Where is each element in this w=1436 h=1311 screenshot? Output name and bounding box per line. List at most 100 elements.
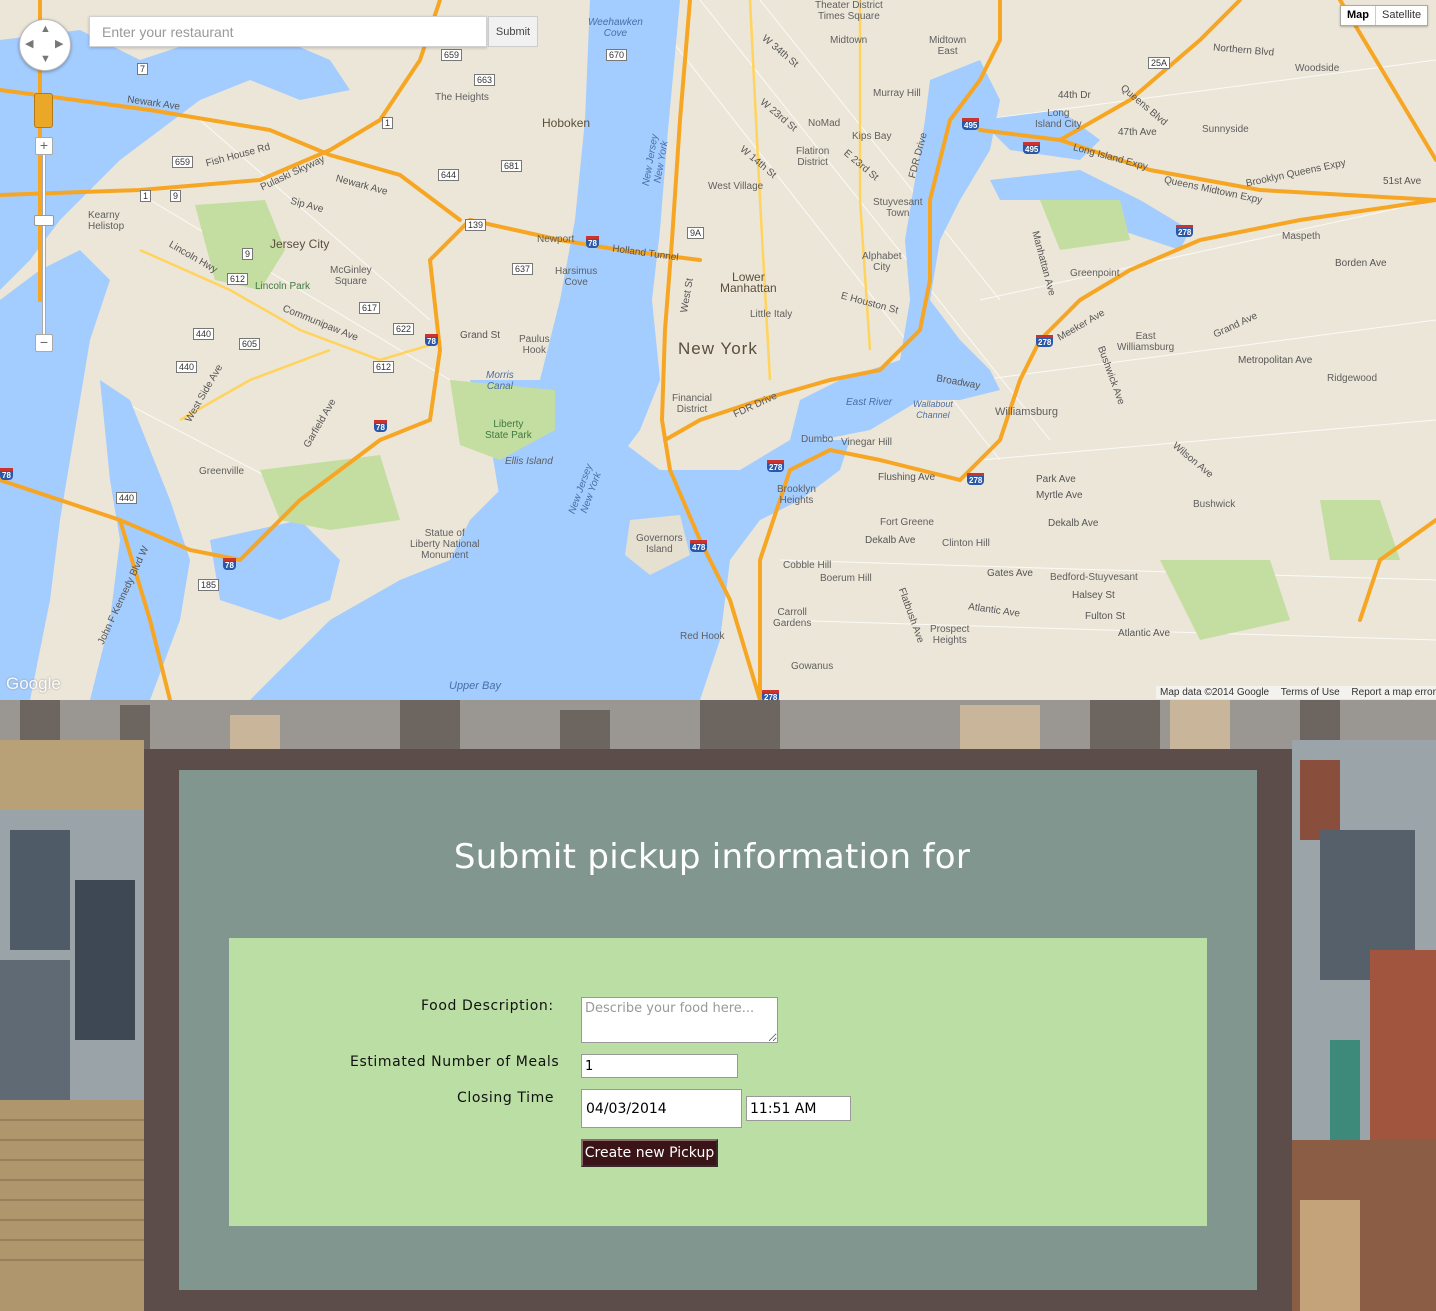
map-road-borden-ave: Borden Ave: [1335, 258, 1387, 269]
pan-up-icon[interactable]: ▲: [40, 24, 51, 35]
map-label-statue-of-liberty: Statue of Liberty National Monument: [410, 528, 480, 561]
route-shield-78-e: 78: [0, 468, 13, 480]
route-shield-78-c: 78: [374, 420, 387, 432]
map-road-halsey-st: Halsey St: [1072, 590, 1115, 601]
meals-count-field[interactable]: [581, 1054, 738, 1078]
map-road-flushing-ave: Flushing Ave: [878, 472, 936, 483]
restaurant-search-input[interactable]: [89, 16, 487, 47]
map-label-lower-manhattan: Lower Manhattan: [720, 270, 777, 295]
zoom-in-icon[interactable]: +: [35, 137, 53, 155]
map-label-red-hook: Red Hook: [680, 631, 725, 642]
map-label-gowanus: Gowanus: [791, 661, 834, 672]
map-label-kearny-heliport: Kearny Helistop: [88, 210, 125, 232]
route-shield-139: 139: [465, 219, 487, 231]
map-label-bedford-stuyvesant: Bedford-Stuyvesant: [1050, 572, 1138, 583]
route-shield-78-d: 78: [223, 558, 236, 570]
map-label-carroll-gardens: Carroll Gardens: [773, 607, 812, 629]
route-shield-659: 659: [441, 49, 463, 61]
map-label-cobble-hill: Cobble Hill: [783, 560, 832, 571]
route-shield-605: 605: [239, 338, 261, 350]
report-map-error-link[interactable]: Report a map error: [1351, 687, 1435, 698]
page-title: Submit pickup information for: [453, 837, 971, 877]
map-label-greenpoint: Greenpoint: [1070, 268, 1120, 279]
map-type-control[interactable]: Map Satellite: [1340, 5, 1429, 26]
zoom-slider-track[interactable]: [42, 150, 46, 336]
map-label-financial-district: Financial District: [672, 393, 713, 415]
route-shield-644: 644: [438, 169, 460, 181]
map-label-east-williamsburg: East Williamsburg: [1117, 331, 1175, 353]
map-label-kips-bay: Kips Bay: [852, 131, 892, 142]
map-label-clinton-hill: Clinton Hill: [942, 538, 990, 549]
route-shield-278-d: 278: [767, 460, 785, 472]
map-label-vinegar-hill: Vinegar Hill: [841, 437, 892, 448]
route-shield-9: 9: [170, 190, 182, 202]
closing-date-field[interactable]: [581, 1089, 742, 1128]
map-label-williamsburg: Williamsburg: [995, 406, 1058, 418]
map-label-fort-greene: Fort Greene: [880, 517, 934, 528]
route-shield-185: 185: [198, 579, 220, 591]
map-label-governors-island: Governors Island: [636, 533, 683, 555]
route-shield-681: 681: [501, 160, 523, 172]
map-label-mcginley-square: McGinley Square: [330, 265, 372, 287]
route-shield-440-b: 440: [176, 361, 198, 373]
map-label-ellis-island: Ellis Island: [505, 456, 553, 467]
map-label-morris-canal: Morris Canal: [486, 370, 514, 392]
pan-control-icon[interactable]: ▲ ▼ ◀ ▶: [19, 19, 71, 71]
route-shield-78: 78: [586, 236, 599, 248]
map-label-nomad: NoMad: [808, 118, 841, 129]
map-road-dekalb-ave: Dekalb Ave: [1048, 518, 1099, 529]
map-label-long-island-city: Long Island City: [1035, 108, 1082, 130]
create-pickup-button[interactable]: Create new Pickup: [581, 1139, 718, 1167]
route-shield-278: 278: [1176, 225, 1194, 237]
zoom-slider-thumb[interactable]: [34, 215, 54, 226]
map-label-newport: Newport: [537, 234, 575, 245]
map-label-wallabout-channel: Wallabout Channel: [913, 399, 953, 420]
map-label-little-italy: Little Italy: [750, 309, 793, 320]
route-shield-440-c: 440: [116, 492, 138, 504]
map-road-47th-ave: 47th Ave: [1118, 127, 1157, 138]
route-shield-663: 663: [474, 74, 496, 86]
map-label-lincoln-park: Lincoln Park: [255, 281, 311, 292]
map-type-satellite-button[interactable]: Satellite: [1376, 6, 1427, 25]
map-label-harsimus-cove: Harsimus Cove: [555, 266, 598, 288]
route-shield-9a: 9A: [687, 227, 705, 239]
closing-time-label: Closing Time: [457, 1090, 555, 1106]
pegman-icon[interactable]: [34, 93, 53, 128]
food-description-field[interactable]: [581, 997, 778, 1043]
route-shield-7: 7: [137, 63, 149, 75]
pan-left-icon[interactable]: ◀: [25, 39, 33, 50]
map-label-weehawken-cove: Weehawken Cove: [588, 17, 643, 39]
map-road-myrtle-ave: Myrtle Ave: [1036, 490, 1083, 501]
map-label-midtown: Midtown: [830, 35, 868, 46]
route-shield-495: 495: [962, 118, 980, 130]
pan-right-icon[interactable]: ▶: [55, 39, 63, 50]
map-label-murray-hill: Murray Hill: [873, 88, 921, 99]
terms-of-use-link[interactable]: Terms of Use: [1281, 687, 1340, 698]
pan-down-icon[interactable]: ▼: [40, 54, 51, 65]
route-shield-617: 617: [359, 302, 381, 314]
map-view[interactable]: New York Jersey City Hoboken Lower Manha…: [0, 0, 1436, 700]
map-label-woodside: Woodside: [1295, 63, 1340, 74]
map-road-metropolitan-ave: Metropolitan Ave: [1238, 355, 1313, 366]
map-label-east-river: East River: [846, 397, 893, 408]
map-label-alphabet-city: Alphabet City: [862, 251, 902, 273]
google-logo: Google: [6, 674, 61, 693]
map-road-fulton-st: Fulton St: [1085, 611, 1126, 622]
map-label-sunnyside: Sunnyside: [1202, 124, 1249, 135]
map-attribution: Map data ©2014 Google: [1160, 687, 1270, 698]
closing-time-field[interactable]: [746, 1096, 851, 1121]
route-shield-622: 622: [393, 323, 415, 335]
route-shield-278-e: 278: [762, 690, 780, 700]
map-type-map-button[interactable]: Map: [1341, 6, 1376, 25]
map-label-dumbo: Dumbo: [801, 434, 834, 445]
route-shield-25a: 25A: [1148, 57, 1171, 69]
map-label-flatiron: Flatiron District: [796, 146, 830, 168]
search-submit-button[interactable]: Submit: [488, 16, 538, 47]
map-label-west-village: West Village: [708, 181, 764, 192]
map-road-44th-dr: 44th Dr: [1058, 90, 1091, 101]
zoom-out-icon[interactable]: −: [35, 334, 53, 352]
route-shield-659-b: 659: [172, 156, 194, 168]
map-label-paulus-hook: Paulus Hook: [519, 334, 550, 356]
route-shield-278-c: 278: [967, 473, 985, 485]
map-label-ridgewood: Ridgewood: [1327, 373, 1378, 384]
